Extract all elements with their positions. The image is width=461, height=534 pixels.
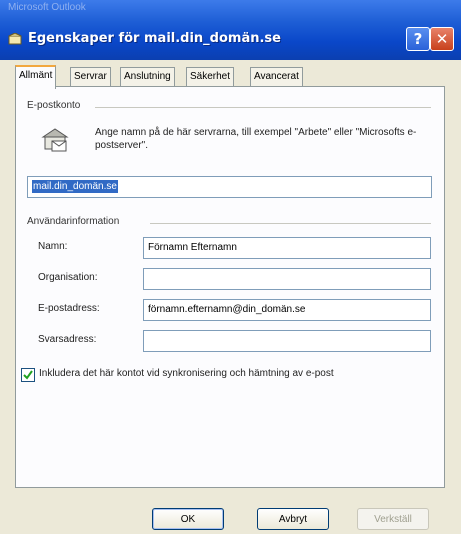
checkmark-icon — [23, 370, 33, 380]
reply-address-label: Svarsadress: — [38, 334, 97, 345]
reply-address-field[interactable] — [143, 330, 431, 352]
tab-servrar[interactable]: Servrar — [70, 67, 111, 86]
section-divider — [150, 223, 431, 224]
tab-sakerhet[interactable]: Säkerhet — [186, 67, 235, 86]
cancel-button[interactable]: Avbryt — [257, 508, 329, 530]
window-title: Egenskaper för mail.din_domän.se — [28, 31, 281, 46]
organization-label: Organisation: — [38, 272, 98, 283]
tab-anslutning[interactable]: Anslutning — [120, 67, 175, 86]
account-name-value: mail.din_domän.se — [32, 180, 118, 193]
name-field[interactable]: Förnamn Efternamn — [143, 237, 431, 259]
close-button[interactable]: ✕ — [430, 27, 454, 51]
account-description: Ange namn på de här servrarna, till exem… — [95, 127, 417, 151]
apply-button[interactable]: Verkställ — [357, 508, 429, 530]
ok-button[interactable]: OK — [152, 508, 224, 530]
email-label: E-postadress: — [38, 303, 100, 314]
email-field[interactable]: förnamn.efternamn@din_domän.se — [143, 299, 431, 321]
section-divider — [95, 107, 431, 108]
user-info-section-label: Användarinformation — [27, 216, 124, 227]
organization-field[interactable] — [143, 268, 431, 290]
tab-allmant[interactable]: Allmänt — [15, 65, 57, 89]
tab-avancerat[interactable]: Avancerat — [250, 67, 303, 86]
account-name-field[interactable]: mail.din_domän.se — [27, 176, 432, 198]
email-account-section-label: E-postkonto — [27, 100, 85, 111]
title-bar[interactable]: Microsoft Outlook Egenskaper för mail.di… — [0, 0, 461, 60]
server-info-icon — [41, 128, 69, 152]
name-label: Namn: — [38, 241, 68, 252]
include-account-label: Inkludera det här kontot vid synkroniser… — [39, 368, 334, 379]
background-window-title: Microsoft Outlook — [8, 2, 86, 13]
include-account-checkbox[interactable] — [21, 368, 35, 382]
mail-app-icon — [8, 33, 22, 45]
help-button[interactable]: ? — [406, 27, 430, 51]
